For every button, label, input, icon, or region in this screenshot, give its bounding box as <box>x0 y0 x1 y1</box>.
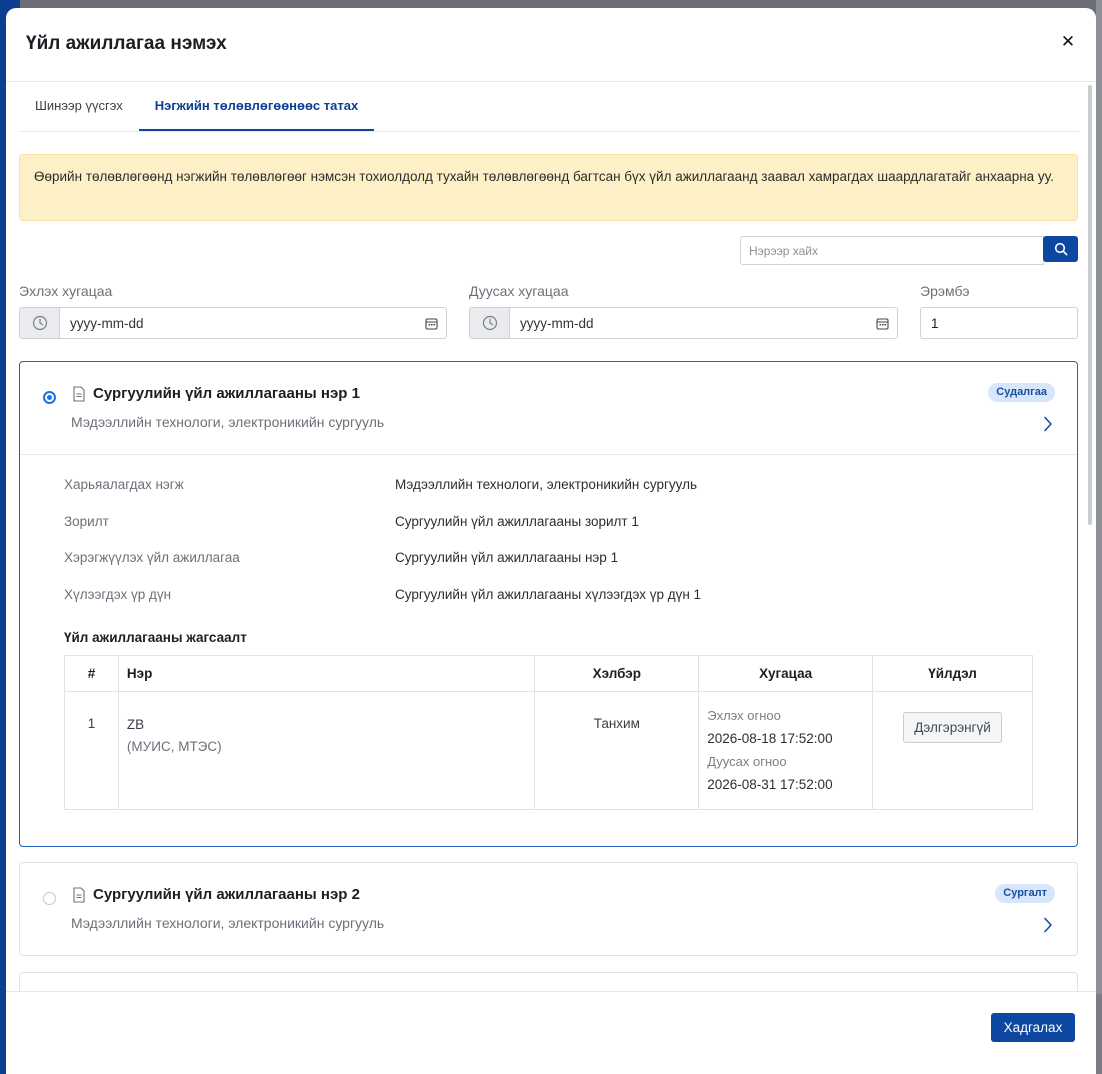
table-header: # <box>64 655 119 692</box>
details-button[interactable]: Дэлгэрэнгүй <box>903 712 1002 743</box>
close-icon[interactable]: ✕ <box>1058 32 1078 52</box>
chevron-right-icon[interactable] <box>1043 416 1053 432</box>
select-radio[interactable] <box>43 391 56 404</box>
table-header-row: # Нэр Хэлбэр Хугацаа Үйлдэл <box>64 655 1033 692</box>
calendar-icon[interactable] <box>416 308 446 338</box>
detail-value: Мэдээллийн технологи, электроникийн сург… <box>395 477 698 492</box>
activity-card-header[interactable]: Сургуулийн үйл ажиллагааны нэр 1 Мэдээлл… <box>20 362 1077 454</box>
end-date-input[interactable] <box>510 308 867 338</box>
clock-icon <box>20 308 60 338</box>
activity-card: Сургуулийн үйл ажиллагааны нэр 1 Мэдээлл… <box>19 361 1078 847</box>
table-header: Хэлбэр <box>534 655 700 692</box>
save-button[interactable]: Хадгалах <box>991 1013 1075 1042</box>
end-date-label: Дуусах хугацаа <box>469 283 569 299</box>
modal-body: Шинээр үүсгэх Нэгжийн төлөвлөгөөнөөс тат… <box>6 83 1096 991</box>
modal-scrollbar[interactable] <box>1088 85 1092 525</box>
start-date-value: 2026-08-18 17:52:00 <box>707 731 833 746</box>
select-radio[interactable] <box>43 892 56 905</box>
start-date-label: Эхлэх хугацаа <box>19 283 113 299</box>
tab-bar: Шинээр үүсгэх Нэгжийн төлөвлөгөөнөөс тат… <box>19 83 1079 132</box>
search-input[interactable] <box>740 236 1044 265</box>
row-time-cell: Эхлэх огноо 2026-08-18 17:52:00 Дуусах о… <box>698 691 874 810</box>
end-date-caption: Дуусах огноо <box>707 754 787 769</box>
add-activity-modal: Үйл ажиллагаа нэмэх ✕ Шинээр үүсгэх Нэгж… <box>6 8 1096 1074</box>
activity-card[interactable] <box>19 972 1078 991</box>
row-number: 1 <box>64 691 119 810</box>
tab-import-unit-plan[interactable]: Нэгжийн төлөвлөгөөнөөс татах <box>138 83 375 131</box>
end-date-field <box>469 307 898 339</box>
category-badge: Судалгаа <box>988 383 1055 402</box>
start-date-caption: Эхлэх огноо <box>707 708 781 723</box>
activity-details: Харьяалагдах нэгж Мэдээллийн технологи, … <box>20 454 1077 846</box>
table-row: 1 ZB (МУИС, МТЭС) Танхим Эхлэх огноо 202… <box>64 691 1033 810</box>
document-icon <box>73 386 85 402</box>
search-button[interactable] <box>1043 236 1078 262</box>
table-header: Үйлдэл <box>872 655 1033 692</box>
detail-value: Сургуулийн үйл ажиллагааны нэр 1 <box>395 550 619 565</box>
row-form: Танхим <box>534 691 700 810</box>
activity-unit: Мэдээллийн технологи, электроникийн сург… <box>71 414 385 430</box>
modal-footer: Хадгалах <box>6 991 1096 1074</box>
document-icon <box>73 887 85 903</box>
category-badge: Сургалт <box>995 884 1055 903</box>
tab-create-new[interactable]: Шинээр үүсгэх <box>19 83 139 131</box>
start-date-field <box>19 307 447 339</box>
search-icon <box>1054 242 1067 256</box>
activity-table: # Нэр Хэлбэр Хугацаа Үйлдэл 1 ZB (МУИС, … <box>64 655 1033 810</box>
activity-unit: Мэдээллийн технологи, электроникийн сург… <box>71 915 385 931</box>
activity-card: Сургуулийн үйл ажиллагааны нэр 2 Мэдээлл… <box>19 862 1078 956</box>
detail-label: Хэрэгжүүлэх үйл ажиллагаа <box>64 550 240 565</box>
background-scroll-area <box>1096 0 1102 1074</box>
row-name: ZB <box>126 717 145 732</box>
search-group <box>740 236 1078 265</box>
row-action-cell: Дэлгэрэнгүй <box>872 691 1033 810</box>
detail-label: Хүлээгдэх үр дүн <box>64 587 172 602</box>
calendar-icon[interactable] <box>867 308 897 338</box>
modal-title: Үйл ажиллагаа нэмэх <box>26 33 227 54</box>
table-header: Нэр <box>117 655 536 692</box>
row-name-sub: (МУИС, МТЭС) <box>126 739 222 754</box>
modal-header: Үйл ажиллагаа нэмэх ✕ <box>6 8 1096 82</box>
start-date-input[interactable] <box>60 308 416 338</box>
order-label: Эрэмбэ <box>920 283 970 299</box>
table-header: Хугацаа <box>698 655 874 692</box>
clock-icon <box>470 308 510 338</box>
detail-value: Сургуулийн үйл ажиллагааны хүлээгдэх үр … <box>395 587 702 602</box>
activity-card-header[interactable]: Сургуулийн үйл ажиллагааны нэр 2 Мэдээлл… <box>20 863 1077 955</box>
row-name-cell: ZB (МУИС, МТЭС) <box>117 691 536 810</box>
detail-label: Харьяалагдах нэгж <box>64 477 184 492</box>
activity-title: Сургуулийн үйл ажиллагааны нэр 1 <box>93 385 360 402</box>
order-input[interactable] <box>920 307 1078 339</box>
detail-value: Сургуулийн үйл ажиллагааны зорилт 1 <box>395 514 639 529</box>
detail-label: Зорилт <box>64 514 109 529</box>
activity-list-title: Үйл ажиллагааны жагсаалт <box>64 630 247 645</box>
end-date-value: 2026-08-31 17:52:00 <box>707 777 833 792</box>
activity-title: Сургуулийн үйл ажиллагааны нэр 2 <box>93 886 360 903</box>
chevron-right-icon[interactable] <box>1043 917 1053 933</box>
warning-alert: Өөрийн төлөвлөгөөнд нэгжийн төлөвлөгөөг … <box>19 154 1078 221</box>
